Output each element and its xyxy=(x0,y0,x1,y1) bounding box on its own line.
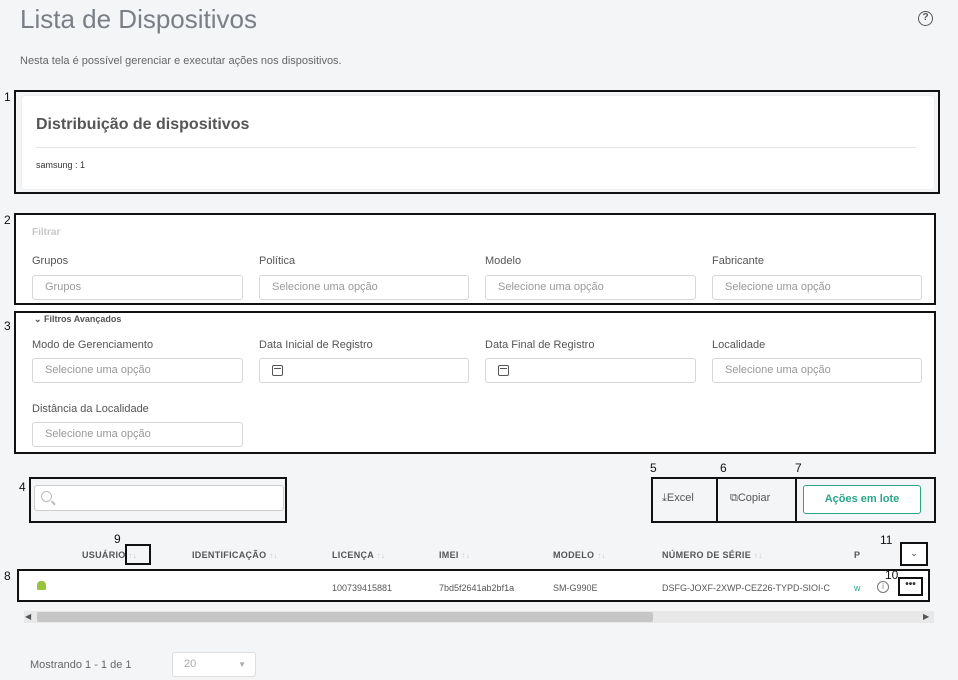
annotation-2: 2 xyxy=(4,213,11,227)
distribution-title: Distribuição de dispositivos xyxy=(36,116,250,133)
cell-model: SM-G990E xyxy=(553,583,598,593)
annotation-8: 8 xyxy=(4,569,11,583)
help-icon[interactable]: ? xyxy=(918,11,933,26)
sort-icon[interactable]: ↑↓ xyxy=(597,551,606,560)
distribution-item: samsung : 1 xyxy=(36,160,86,170)
sort-icon[interactable]: ↑↓ xyxy=(462,551,471,560)
copy-button[interactable]: ⧉Copiar xyxy=(730,492,770,505)
scroll-left-icon[interactable]: ◀ xyxy=(25,612,31,621)
caret-down-icon: ▼ xyxy=(238,660,246,669)
column-menu-button[interactable]: ⌄ xyxy=(900,542,928,566)
mode-select[interactable]: Selecione uma opção xyxy=(32,358,243,383)
annotation-1: 1 xyxy=(4,90,11,104)
filter-heading: Filtrar xyxy=(32,227,61,238)
bulk-actions-button[interactable]: Ações em lote xyxy=(803,485,921,514)
calendar-icon xyxy=(498,365,509,376)
annotation-3: 3 xyxy=(4,319,11,333)
annotation-divider xyxy=(716,477,718,523)
annotation-7: 7 xyxy=(795,461,802,475)
page-size-select[interactable]: 20 ▼ xyxy=(172,652,256,677)
page-size-value: 20 xyxy=(184,658,197,670)
location-label: Localidade xyxy=(712,339,766,351)
column-header-imei[interactable]: IMEI ↑↓ xyxy=(439,550,470,560)
advanced-filters-label: Filtros Avançados xyxy=(44,314,122,324)
sort-icon[interactable]: ↑↓ xyxy=(754,551,763,560)
pagination-summary: Mostrando 1 - 1 de 1 xyxy=(30,659,132,671)
maker-select[interactable]: Selecione uma opção xyxy=(712,275,922,300)
column-header-identification[interactable]: IDENTIFICAÇÃO ↑↓ xyxy=(192,550,278,560)
more-actions-button[interactable]: ••• xyxy=(898,577,923,596)
cell-partial[interactable]: w xyxy=(854,583,861,593)
cell-imei: 7bd5f2641ab2bf1a xyxy=(439,583,515,593)
start-date-label: Data Inicial de Registro xyxy=(259,339,373,351)
column-header-partial[interactable]: P xyxy=(854,550,860,560)
annotation-5: 5 xyxy=(650,461,657,475)
search-input[interactable] xyxy=(34,485,284,511)
groups-input[interactable]: Grupos xyxy=(32,275,243,300)
model-label: Modelo xyxy=(485,255,522,267)
copy-icon: ⧉ xyxy=(730,492,738,504)
location-select[interactable]: Selecione uma opção xyxy=(712,358,922,383)
page-subtitle: Nesta tela é possível gerenciar e execut… xyxy=(20,55,342,67)
copy-label: Copiar xyxy=(737,492,771,504)
distribution-card xyxy=(22,96,934,189)
page-title: Lista de Dispositivos xyxy=(20,4,257,34)
end-date-input[interactable] xyxy=(485,358,696,383)
chevron-down-icon: ⌄ xyxy=(910,548,918,558)
advanced-filters-toggle[interactable]: ⌄ Filtros Avançados xyxy=(34,314,121,325)
scroll-right-icon[interactable]: ▶ xyxy=(923,612,929,621)
policy-select[interactable]: Selecione uma opção xyxy=(259,275,469,300)
android-icon xyxy=(37,581,46,590)
excel-label: Excel xyxy=(666,492,694,504)
cell-license: 100739415881 xyxy=(332,583,393,593)
annotation-6: 6 xyxy=(720,461,727,475)
annotation-4: 4 xyxy=(19,480,26,494)
model-select[interactable]: Selecione uma opção xyxy=(485,275,696,300)
mode-label: Modo de Gerenciamento xyxy=(32,339,154,351)
cell-serial: DSFG-JOXF-2XWP-CEZ26-TYPD-SIOI-C xyxy=(662,583,831,593)
column-header-model[interactable]: MODELO ↑↓ xyxy=(553,550,606,560)
annotation-10: 10 xyxy=(885,568,899,582)
policy-label: Política xyxy=(259,255,296,267)
chevron-down-icon: ⌄ xyxy=(34,314,45,324)
sort-icon[interactable]: ↑↓ xyxy=(377,551,386,560)
divider xyxy=(36,147,916,148)
start-date-input[interactable] xyxy=(259,358,469,383)
search-icon xyxy=(41,491,52,502)
distance-label: Distância da Localidade xyxy=(32,403,149,415)
column-header-serial[interactable]: NÚMERO DE SÉRIE ↑↓ xyxy=(662,550,762,560)
annotation-11: 11 xyxy=(880,533,893,547)
info-icon[interactable]: i xyxy=(877,581,889,593)
column-header-license[interactable]: LICENÇA ↑↓ xyxy=(332,550,385,560)
excel-button[interactable]: ⤓Excel xyxy=(662,492,694,505)
calendar-icon xyxy=(272,365,283,376)
annotation-divider xyxy=(795,477,797,523)
maker-label: Fabricante xyxy=(712,255,764,267)
end-date-label: Data Final de Registro xyxy=(485,339,595,351)
scrollbar-thumb[interactable] xyxy=(37,612,653,622)
distance-select[interactable]: Selecione uma opção xyxy=(32,422,243,447)
sort-icon[interactable]: ↑↓ xyxy=(269,551,278,560)
groups-label: Grupos xyxy=(32,255,69,267)
ellipsis-icon: ••• xyxy=(905,579,916,590)
annotation-box-9 xyxy=(125,544,151,565)
annotation-9: 9 xyxy=(114,532,121,546)
